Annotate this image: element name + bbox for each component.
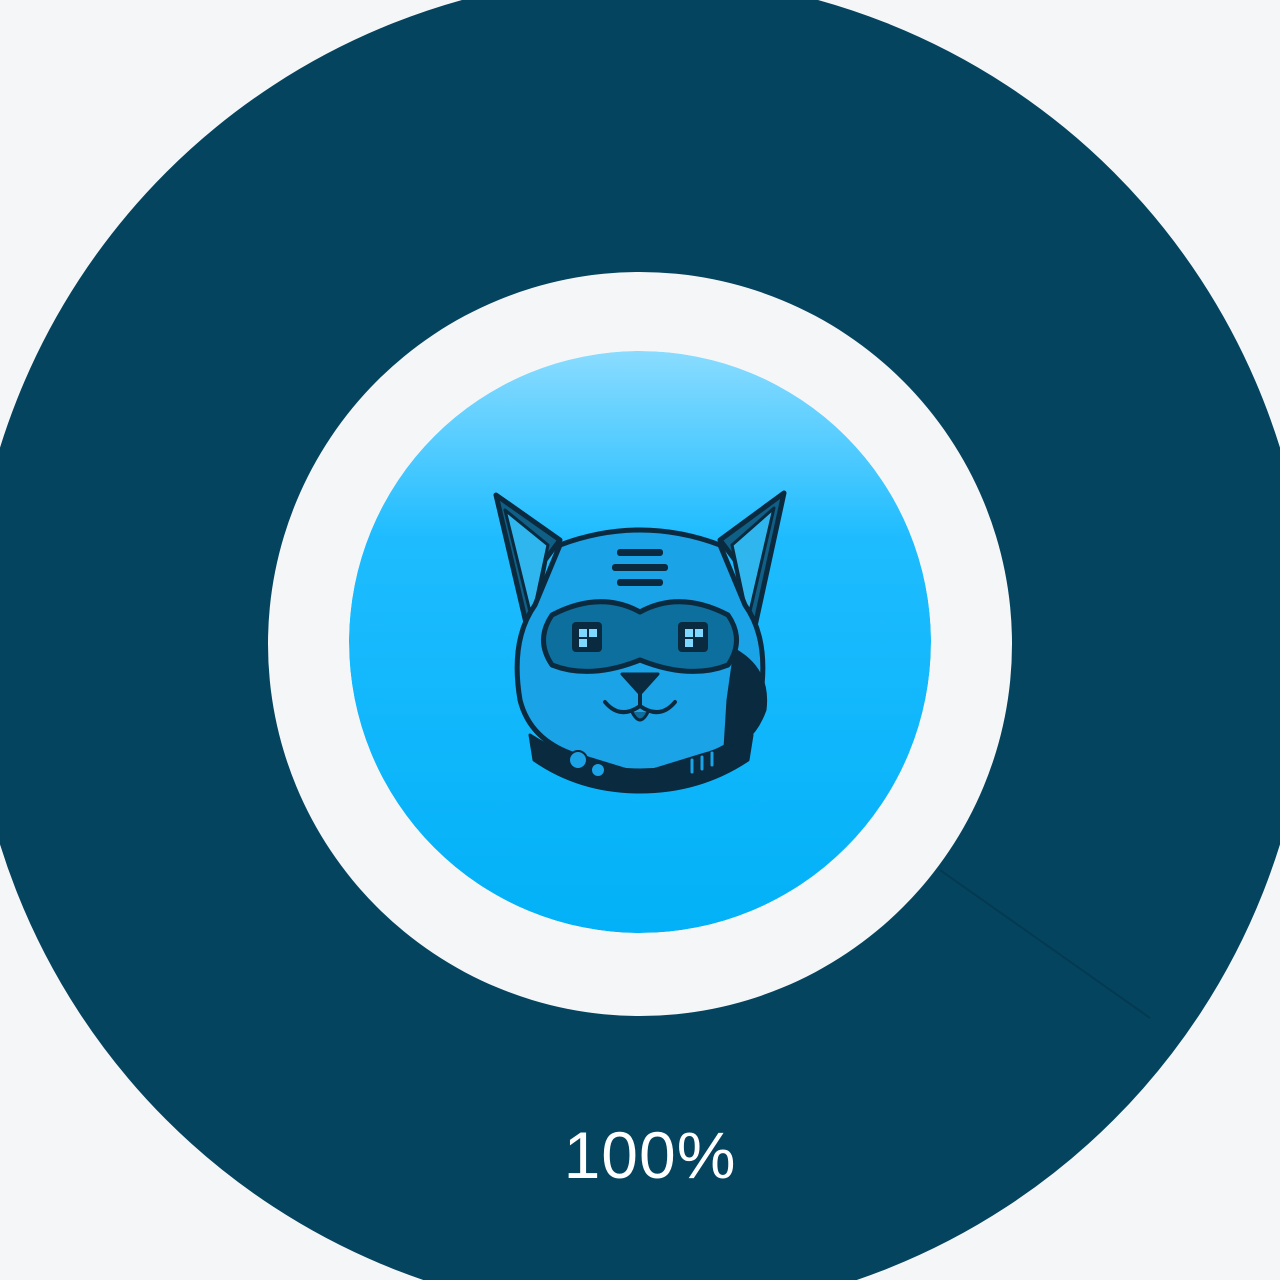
progress-percent-label: 100% xyxy=(563,1118,737,1192)
app-logo-badge xyxy=(349,351,931,933)
loading-screen: 100% xyxy=(0,0,1280,1280)
cat-robot-mascot-icon xyxy=(349,351,931,933)
